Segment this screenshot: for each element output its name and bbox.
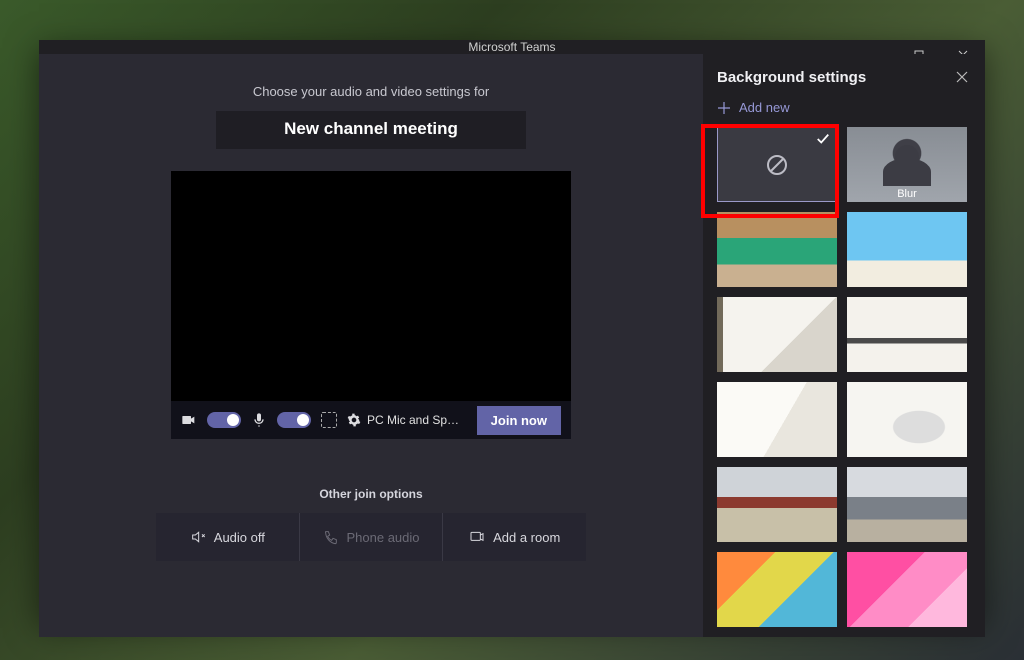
add-room-option[interactable]: Add a room xyxy=(443,513,586,561)
device-controls-bar: PC Mic and Sp… Join now xyxy=(171,401,571,439)
gear-icon xyxy=(347,413,361,427)
bg-option-image-4[interactable] xyxy=(847,297,967,372)
device-settings-menu[interactable]: PC Mic and Sp… xyxy=(347,413,467,427)
audio-off-option[interactable]: Audio off xyxy=(156,513,300,561)
none-icon xyxy=(765,153,789,177)
meeting-title: New channel meeting xyxy=(216,111,526,149)
room-icon xyxy=(469,529,485,545)
prejoin-prompt: Choose your audio and video settings for xyxy=(253,84,489,99)
audio-off-label: Audio off xyxy=(214,530,265,545)
titlebar: Microsoft Teams xyxy=(39,40,985,54)
blur-label: Blur xyxy=(847,188,967,200)
phone-audio-label: Phone audio xyxy=(347,530,420,545)
prejoin-panel: Choose your audio and video settings for… xyxy=(39,54,703,637)
background-grid: Blur xyxy=(717,127,971,627)
checkmark-icon xyxy=(816,132,830,146)
other-options-label: Other join options xyxy=(319,487,422,501)
join-now-button[interactable]: Join now xyxy=(477,406,561,435)
bg-panel-title: Background settings xyxy=(717,69,866,86)
mic-toggle[interactable] xyxy=(277,412,311,428)
plus-icon xyxy=(717,101,731,115)
close-icon xyxy=(956,71,968,83)
bg-option-image-2[interactable] xyxy=(847,212,967,287)
other-options-row: Audio off Phone audio Add a room xyxy=(156,513,586,561)
avatar-shoulder xyxy=(883,158,931,186)
bg-option-image-1[interactable] xyxy=(717,212,837,287)
bg-option-image-10[interactable] xyxy=(847,552,967,627)
background-effects-icon[interactable] xyxy=(321,412,337,428)
device-label: PC Mic and Sp… xyxy=(367,413,459,427)
bg-option-blur[interactable]: Blur xyxy=(847,127,967,202)
bg-option-image-5[interactable] xyxy=(717,382,837,457)
bg-option-image-9[interactable] xyxy=(717,552,837,627)
video-preview xyxy=(171,171,571,401)
background-settings-panel: Background settings Add new xyxy=(703,54,985,637)
camera-toggle[interactable] xyxy=(207,412,241,428)
camera-icon xyxy=(181,412,197,428)
background-grid-scroll[interactable]: Blur xyxy=(717,127,971,627)
add-room-label: Add a room xyxy=(493,530,560,545)
app-window: Microsoft Teams Choose your audio and vi… xyxy=(39,40,985,620)
bg-option-image-7[interactable] xyxy=(717,467,837,542)
bg-option-image-6[interactable] xyxy=(847,382,967,457)
speaker-off-icon xyxy=(190,529,206,545)
bg-option-image-3[interactable] xyxy=(717,297,837,372)
add-new-background[interactable]: Add new xyxy=(717,100,971,115)
content-area: Choose your audio and video settings for… xyxy=(39,54,985,637)
window-title: Microsoft Teams xyxy=(468,40,555,54)
phone-icon xyxy=(323,529,339,545)
bg-panel-header: Background settings xyxy=(717,68,971,86)
add-new-label: Add new xyxy=(739,100,790,115)
bg-option-image-8[interactable] xyxy=(847,467,967,542)
close-panel-button[interactable] xyxy=(953,68,971,86)
mic-icon xyxy=(251,412,267,428)
phone-audio-option: Phone audio xyxy=(300,513,444,561)
bg-option-none[interactable] xyxy=(717,127,837,202)
